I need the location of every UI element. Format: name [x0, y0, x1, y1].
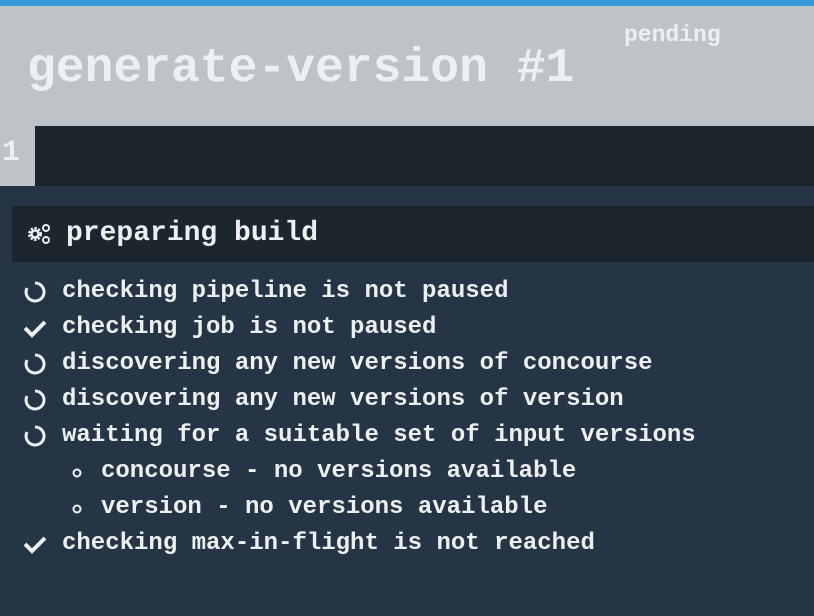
- list-item: discovering any new versions of concours…: [0, 346, 814, 382]
- list-item: checking pipeline is not paused: [0, 274, 814, 310]
- item-text: checking job is not paused: [62, 314, 437, 341]
- bullet-icon: [70, 460, 96, 484]
- list-item: checking job is not paused: [0, 310, 814, 346]
- item-text: checking pipeline is not paused: [62, 278, 509, 305]
- item-text: discovering any new versions of concours…: [62, 350, 653, 377]
- bullet-icon: [70, 496, 96, 520]
- list-item: checking max-in-flight is not reached: [0, 526, 814, 562]
- build-tabs: 1: [0, 126, 814, 186]
- spinner-icon: [22, 280, 48, 304]
- tab-build-1[interactable]: 1: [0, 126, 35, 186]
- gears-icon: [28, 224, 50, 244]
- page-title: generate-version #1: [27, 42, 575, 96]
- check-icon: [22, 316, 48, 340]
- list-item: discovering any new versions of version: [0, 382, 814, 418]
- spinner-icon: [22, 352, 48, 376]
- list-item: concourse - no versions available: [0, 454, 814, 490]
- status-badge: pending: [624, 22, 721, 48]
- build-header: generate-version #1 pending: [0, 6, 814, 126]
- spinner-icon: [22, 424, 48, 448]
- step-title: preparing build: [66, 218, 319, 249]
- item-text: checking max-in-flight is not reached: [62, 530, 595, 557]
- item-text: version - no versions available: [101, 494, 548, 521]
- spinner-icon: [22, 388, 48, 412]
- check-icon: [22, 532, 48, 556]
- item-text: concourse - no versions available: [101, 458, 577, 485]
- list-item: version - no versions available: [0, 490, 814, 526]
- item-text: discovering any new versions of version: [62, 386, 624, 413]
- step-header[interactable]: preparing build: [12, 206, 814, 262]
- step-log: checking pipeline is not paused checking …: [0, 274, 814, 562]
- list-item: waiting for a suitable set of input vers…: [0, 418, 814, 454]
- item-text: waiting for a suitable set of input vers…: [62, 422, 696, 449]
